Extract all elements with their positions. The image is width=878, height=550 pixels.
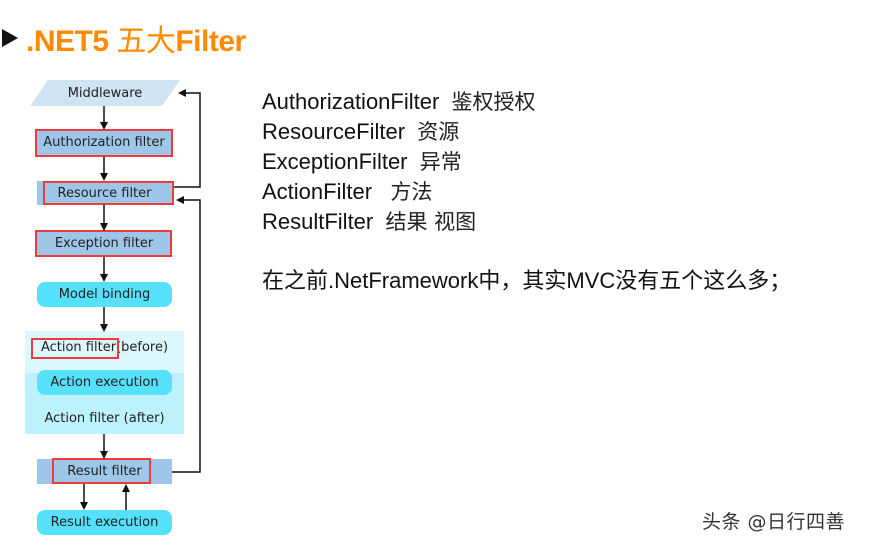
- filter-name: ResultFilter: [262, 209, 374, 234]
- diagram-connectors: [80, 89, 201, 510]
- watermark: 头条 @日行四善: [702, 511, 846, 533]
- filter-desc: 资源: [417, 120, 460, 144]
- filter-desc: 结果 视图: [385, 210, 477, 234]
- filter-item-authorization: AuthorizationFilter 鉴权授权: [262, 87, 536, 117]
- filter-item-action: ActionFilter 方法: [262, 177, 536, 207]
- filter-desc: 鉴权授权: [451, 90, 536, 114]
- filter-name: ResourceFilter: [262, 119, 406, 144]
- filter-pipeline-diagram: Middleware Authorization filter Resource…: [0, 0, 240, 550]
- filter-desc: 异常: [419, 150, 462, 174]
- filter-name: ExceptionFilter: [262, 149, 408, 174]
- filter-name: ActionFilter: [262, 179, 373, 204]
- filter-name: AuthorizationFilter: [262, 89, 440, 114]
- note-text: 在之前.NetFramework中，其实MVC没有五个这么多；: [262, 268, 792, 293]
- filter-item-exception: ExceptionFilter 异常: [262, 147, 536, 177]
- filter-item-result: ResultFilter 结果 视图: [262, 207, 536, 237]
- loop-resource-to-middleware: [174, 89, 201, 188]
- loop-result-to-resource: [172, 196, 201, 473]
- filter-list: AuthorizationFilter 鉴权授权 ResourceFilter …: [262, 87, 536, 237]
- filter-desc: 方法: [390, 180, 433, 204]
- filter-item-resource: ResourceFilter 资源: [262, 117, 536, 147]
